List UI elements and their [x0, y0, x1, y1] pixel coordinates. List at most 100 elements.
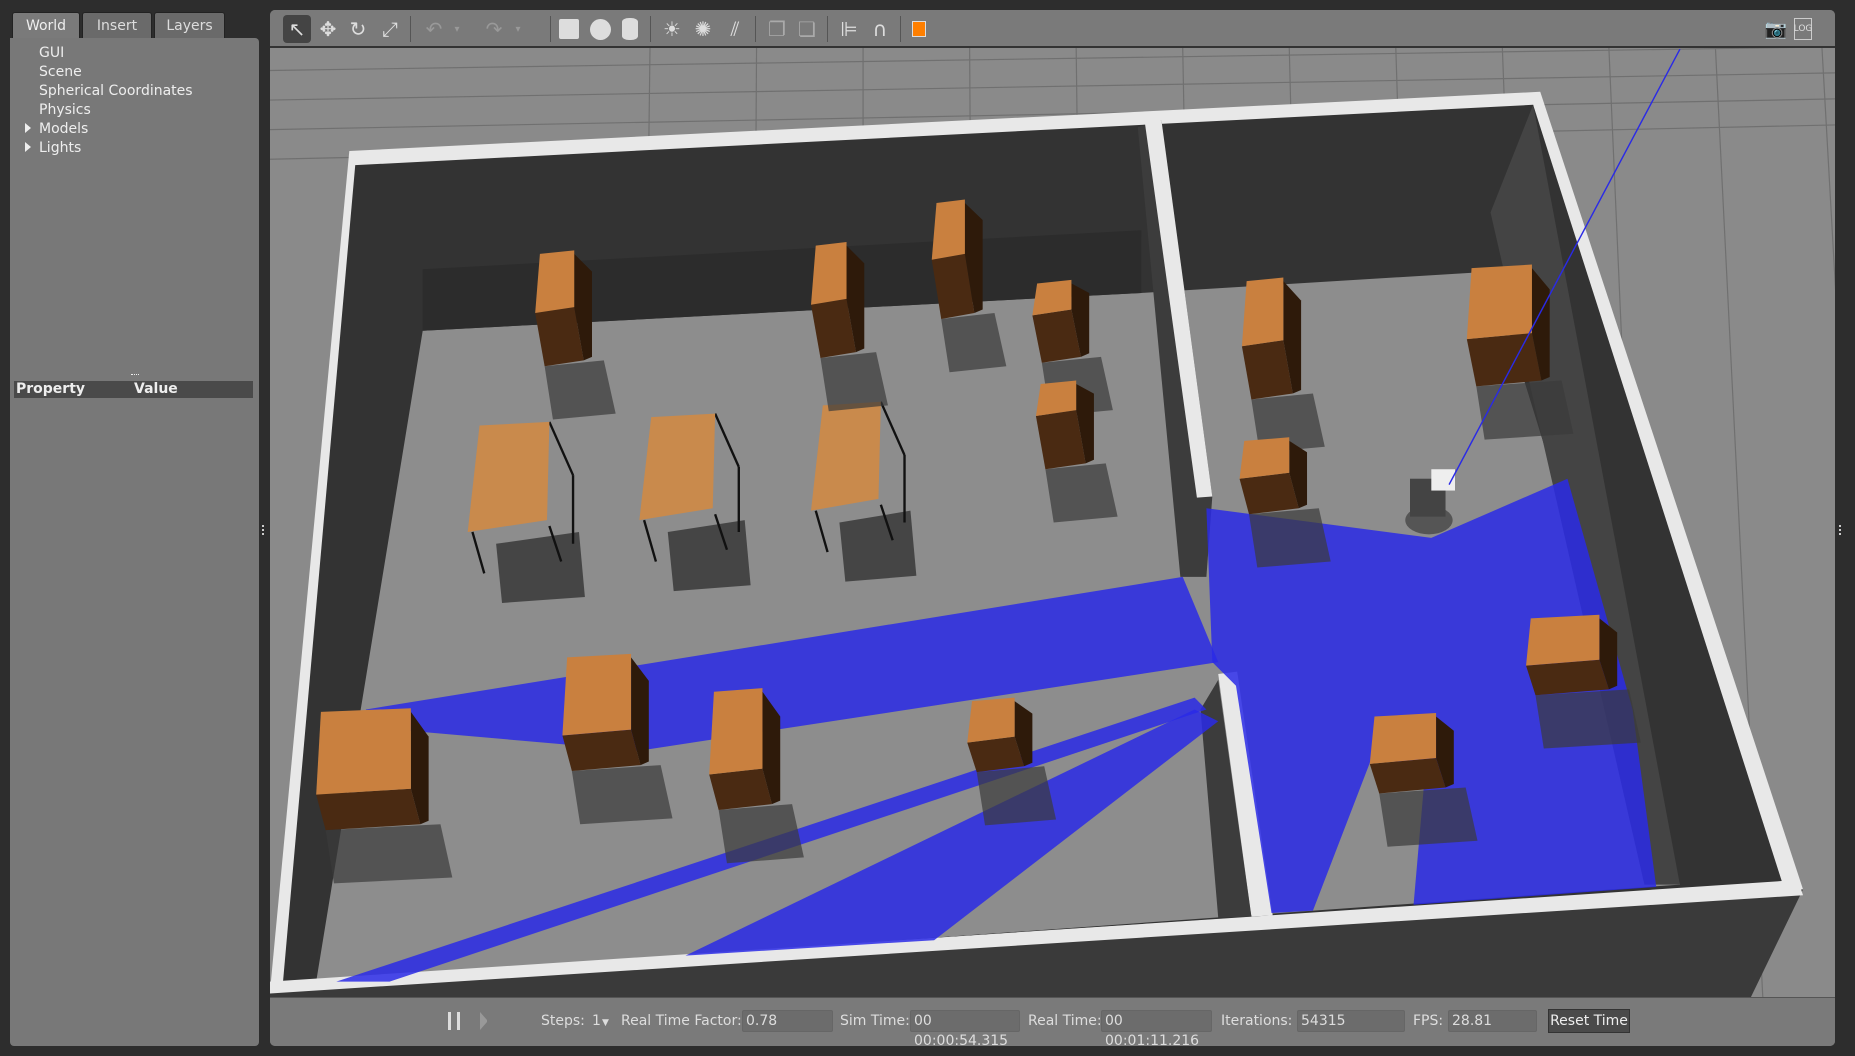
- copy-icon[interactable]: ❐: [763, 15, 791, 43]
- cabinet-body: [709, 768, 772, 811]
- steps-label: Steps:: [541, 1013, 585, 1029]
- cabinet-top: [562, 653, 632, 736]
- right-panel-handle[interactable]: [1839, 525, 1842, 535]
- world-panel: GUI Scene Spherical Coordinates Physics …: [10, 38, 259, 1046]
- redo-dropdown-icon[interactable]: ▾: [504, 15, 532, 43]
- cabinet-body: [562, 729, 641, 771]
- step-icon[interactable]: [480, 1012, 492, 1030]
- tab-world[interactable]: World: [12, 12, 80, 40]
- cabinet-shadow: [544, 360, 616, 420]
- sim-time-label: Sim Time:: [840, 1013, 910, 1029]
- steps-dropdown-icon[interactable]: ▼: [602, 1018, 609, 1028]
- table-top: [639, 413, 716, 521]
- spot-light-icon[interactable]: ⫽: [721, 15, 749, 43]
- undo-dropdown-icon[interactable]: ▾: [443, 15, 471, 43]
- cabinet-shadow: [1249, 508, 1331, 568]
- splitter-handle[interactable]: [131, 374, 139, 377]
- cabinet-top: [811, 242, 847, 305]
- col-value: Value: [134, 381, 178, 397]
- steps-value[interactable]: 1: [592, 1013, 601, 1029]
- cabinet-body: [1466, 333, 1542, 387]
- align-icon[interactable]: ⊫: [835, 15, 863, 43]
- rtf-label: Real Time Factor:: [621, 1013, 742, 1029]
- panel-collapse-handle[interactable]: [262, 525, 265, 535]
- table-shadow: [496, 531, 585, 603]
- cabinet-shadow: [820, 352, 888, 412]
- table-top: [467, 421, 550, 532]
- tab-insert[interactable]: Insert: [82, 12, 152, 39]
- cabinet-shadow: [1535, 689, 1641, 749]
- rotate-icon[interactable]: ↻: [344, 15, 372, 43]
- cabinet-top: [1241, 277, 1284, 347]
- 3d-viewport[interactable]: ↖ ✥ ↻ ⤢ ↶ ▾ ↷ ▾ ☀ ✺ ⫽ ❐ ❏ ⊫ ∩ 📷 LOG Step…: [270, 10, 1835, 1046]
- tree-item-lights[interactable]: Lights: [39, 140, 81, 156]
- tab-layers[interactable]: Layers: [154, 12, 225, 39]
- box-icon[interactable]: [555, 15, 583, 43]
- cabinet-shadow: [325, 824, 453, 884]
- cabinet-body: [1239, 472, 1299, 515]
- cabinet-top: [1035, 380, 1077, 417]
- cabinet-shadow: [718, 804, 804, 864]
- view-angle-icon[interactable]: [905, 15, 933, 43]
- status-bar: Steps: 1 ▼ Real Time Factor: 0.78 Sim Ti…: [270, 997, 1835, 1046]
- cabinet-body: [1526, 659, 1609, 696]
- tree-item-scene[interactable]: Scene: [39, 64, 82, 80]
- cabinet-top: [931, 199, 965, 260]
- paste-icon[interactable]: ❏: [793, 15, 821, 43]
- iterations-label: Iterations:: [1221, 1013, 1293, 1029]
- cabinet-body: [1369, 757, 1446, 794]
- sim-time-field: 00 00:00:54.315: [910, 1010, 1020, 1046]
- screenshot-camera-icon[interactable]: 📷: [1762, 15, 1790, 43]
- expand-arrow-icon[interactable]: [25, 123, 31, 133]
- property-table-header: Property Value: [14, 381, 253, 398]
- cabinet-top: [1526, 614, 1600, 666]
- scale-icon[interactable]: ⤢: [376, 15, 404, 43]
- cabinet-top: [1239, 437, 1290, 479]
- cabinet-top: [1466, 264, 1532, 340]
- translate-icon[interactable]: ✥: [314, 15, 342, 43]
- cabinet-shadow: [1045, 463, 1118, 523]
- separator: [650, 16, 651, 42]
- log-icon[interactable]: LOG: [1794, 18, 1812, 40]
- separator: [827, 16, 828, 42]
- cabinet-top: [709, 688, 763, 775]
- cylinder-icon[interactable]: [616, 15, 644, 43]
- real-time-field: 00 00:01:11.216: [1101, 1010, 1212, 1046]
- real-time-label: Real Time:: [1028, 1013, 1102, 1029]
- cabinet-top: [967, 697, 1015, 743]
- separator: [550, 16, 551, 42]
- fps-field: 28.81: [1448, 1010, 1537, 1032]
- scene-render[interactable]: [270, 48, 1835, 997]
- cabinet-top: [316, 708, 411, 795]
- cabinet-body: [316, 788, 421, 831]
- rtf-field: 0.78: [742, 1010, 833, 1032]
- toolbar: ↖ ✥ ↻ ⤢ ↶ ▾ ↷ ▾ ☀ ✺ ⫽ ❐ ❏ ⊫ ∩ 📷 LOG: [270, 10, 1835, 48]
- tree-item-spherical-coordinates[interactable]: Spherical Coordinates: [39, 83, 193, 99]
- reset-time-button[interactable]: Reset Time: [1548, 1009, 1630, 1033]
- expand-arrow-icon[interactable]: [25, 142, 31, 152]
- separator: [900, 16, 901, 42]
- select-arrow-icon[interactable]: ↖: [283, 15, 311, 43]
- fps-label: FPS:: [1413, 1013, 1444, 1029]
- tree-item-gui[interactable]: GUI: [39, 45, 64, 61]
- cabinet-shadow: [571, 765, 673, 825]
- col-property: Property: [16, 381, 86, 397]
- cabinet-top: [535, 250, 575, 314]
- tree-item-physics[interactable]: Physics: [39, 102, 91, 118]
- sphere-icon[interactable]: [586, 15, 614, 43]
- pause-icon[interactable]: [448, 1012, 460, 1030]
- separator: [755, 16, 756, 42]
- cabinet-body: [967, 736, 1025, 773]
- table-top: [811, 401, 881, 511]
- iterations-field: 54315: [1297, 1010, 1405, 1032]
- cabinet-top: [1369, 713, 1437, 764]
- cabinet-shadow: [976, 766, 1057, 826]
- cabinet-shadow: [1476, 380, 1574, 440]
- cabinet-shadow: [1379, 787, 1478, 847]
- cabinet-top: [1032, 279, 1072, 316]
- tree-item-models[interactable]: Models: [39, 121, 88, 137]
- point-light-icon[interactable]: ✺: [689, 15, 717, 43]
- directional-light-icon[interactable]: ☀: [658, 15, 686, 43]
- snap-magnet-icon[interactable]: ∩: [866, 15, 894, 43]
- separator: [410, 16, 411, 42]
